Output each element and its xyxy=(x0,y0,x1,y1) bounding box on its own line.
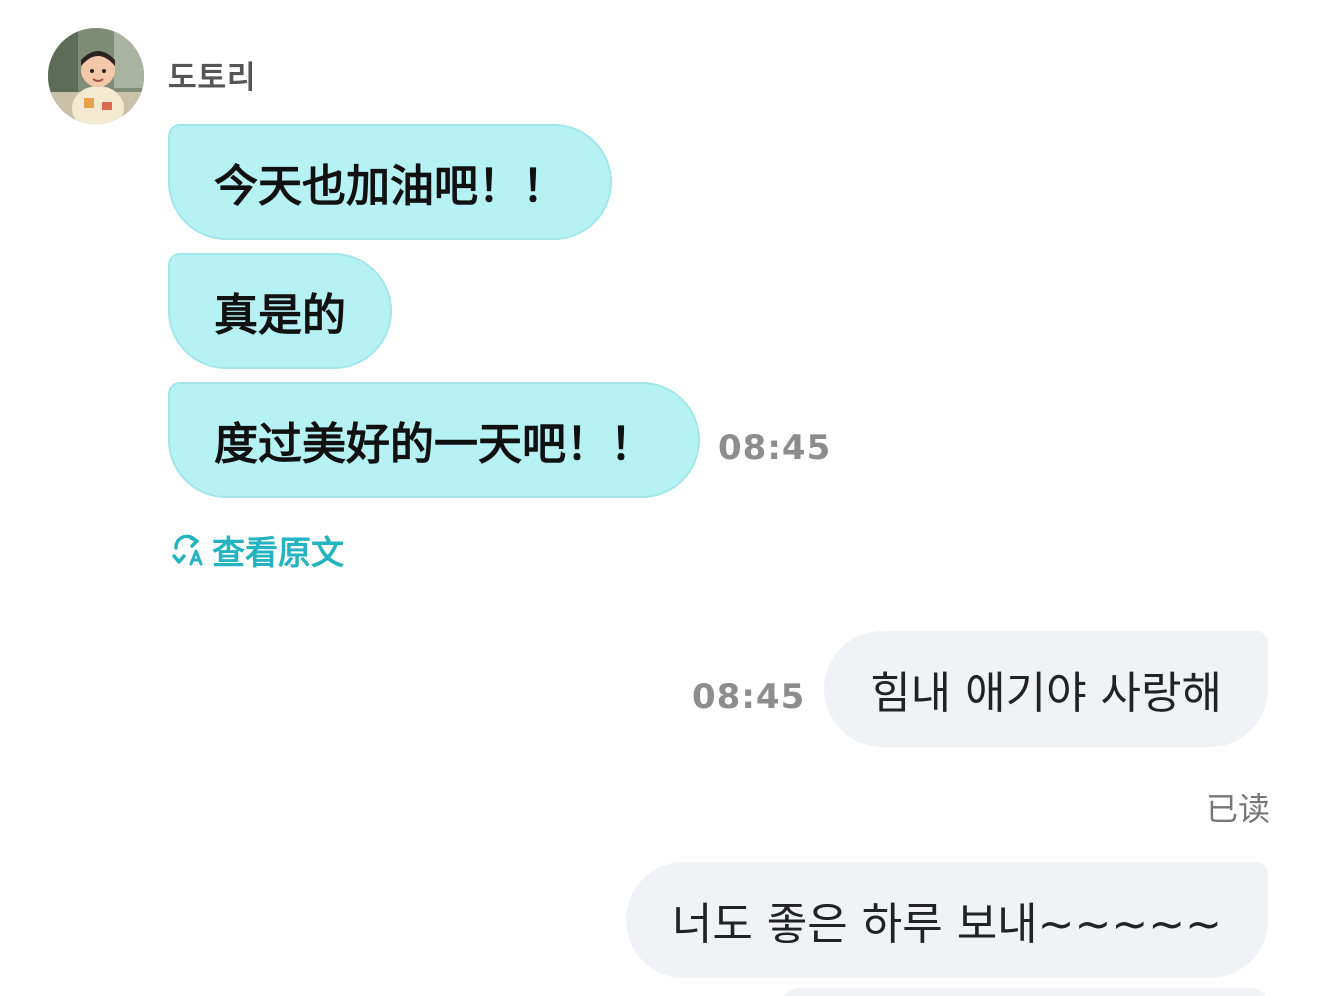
translate-icon xyxy=(172,534,203,566)
message-timestamp: 08:45 xyxy=(718,428,832,468)
message-text: 度过美好的一天吧！！ xyxy=(214,419,654,470)
message-text: 너도 좋은 하루 보내~~~~~ xyxy=(671,899,1222,950)
incoming-message[interactable]: 真是的 xyxy=(168,253,392,369)
incoming-message[interactable]: 今天也加油吧！！ xyxy=(168,124,612,240)
message-text: 真是的 xyxy=(214,290,346,341)
view-original-link[interactable]: 查看原文 xyxy=(170,526,344,574)
outgoing-message[interactable]: 너도 좋은 하루 보내~~~~~ xyxy=(625,862,1268,978)
message-text: 힘내 애기야 사랑해 xyxy=(870,668,1222,719)
incoming-message[interactable]: 度过美好的一天吧！！ xyxy=(168,382,700,498)
view-original-label: 查看原文 xyxy=(212,533,344,572)
message-text: 今天也加油吧！！ xyxy=(214,161,566,212)
sender-name: 도토리 xyxy=(168,60,257,96)
outgoing-message[interactable]: 힘내 애기야 사랑해 xyxy=(824,631,1268,747)
partial-outgoing-message xyxy=(780,988,1270,996)
read-status: 已读 xyxy=(1205,790,1270,828)
contact-avatar[interactable] xyxy=(48,28,144,124)
chat-conversation: 도토리 今天也加油吧！！ 真是的 度过美好的一天吧！！ 08:45 查看原文 0… xyxy=(0,0,1320,996)
message-timestamp: 08:45 xyxy=(692,677,806,717)
avatar-photo-icon xyxy=(48,28,144,124)
